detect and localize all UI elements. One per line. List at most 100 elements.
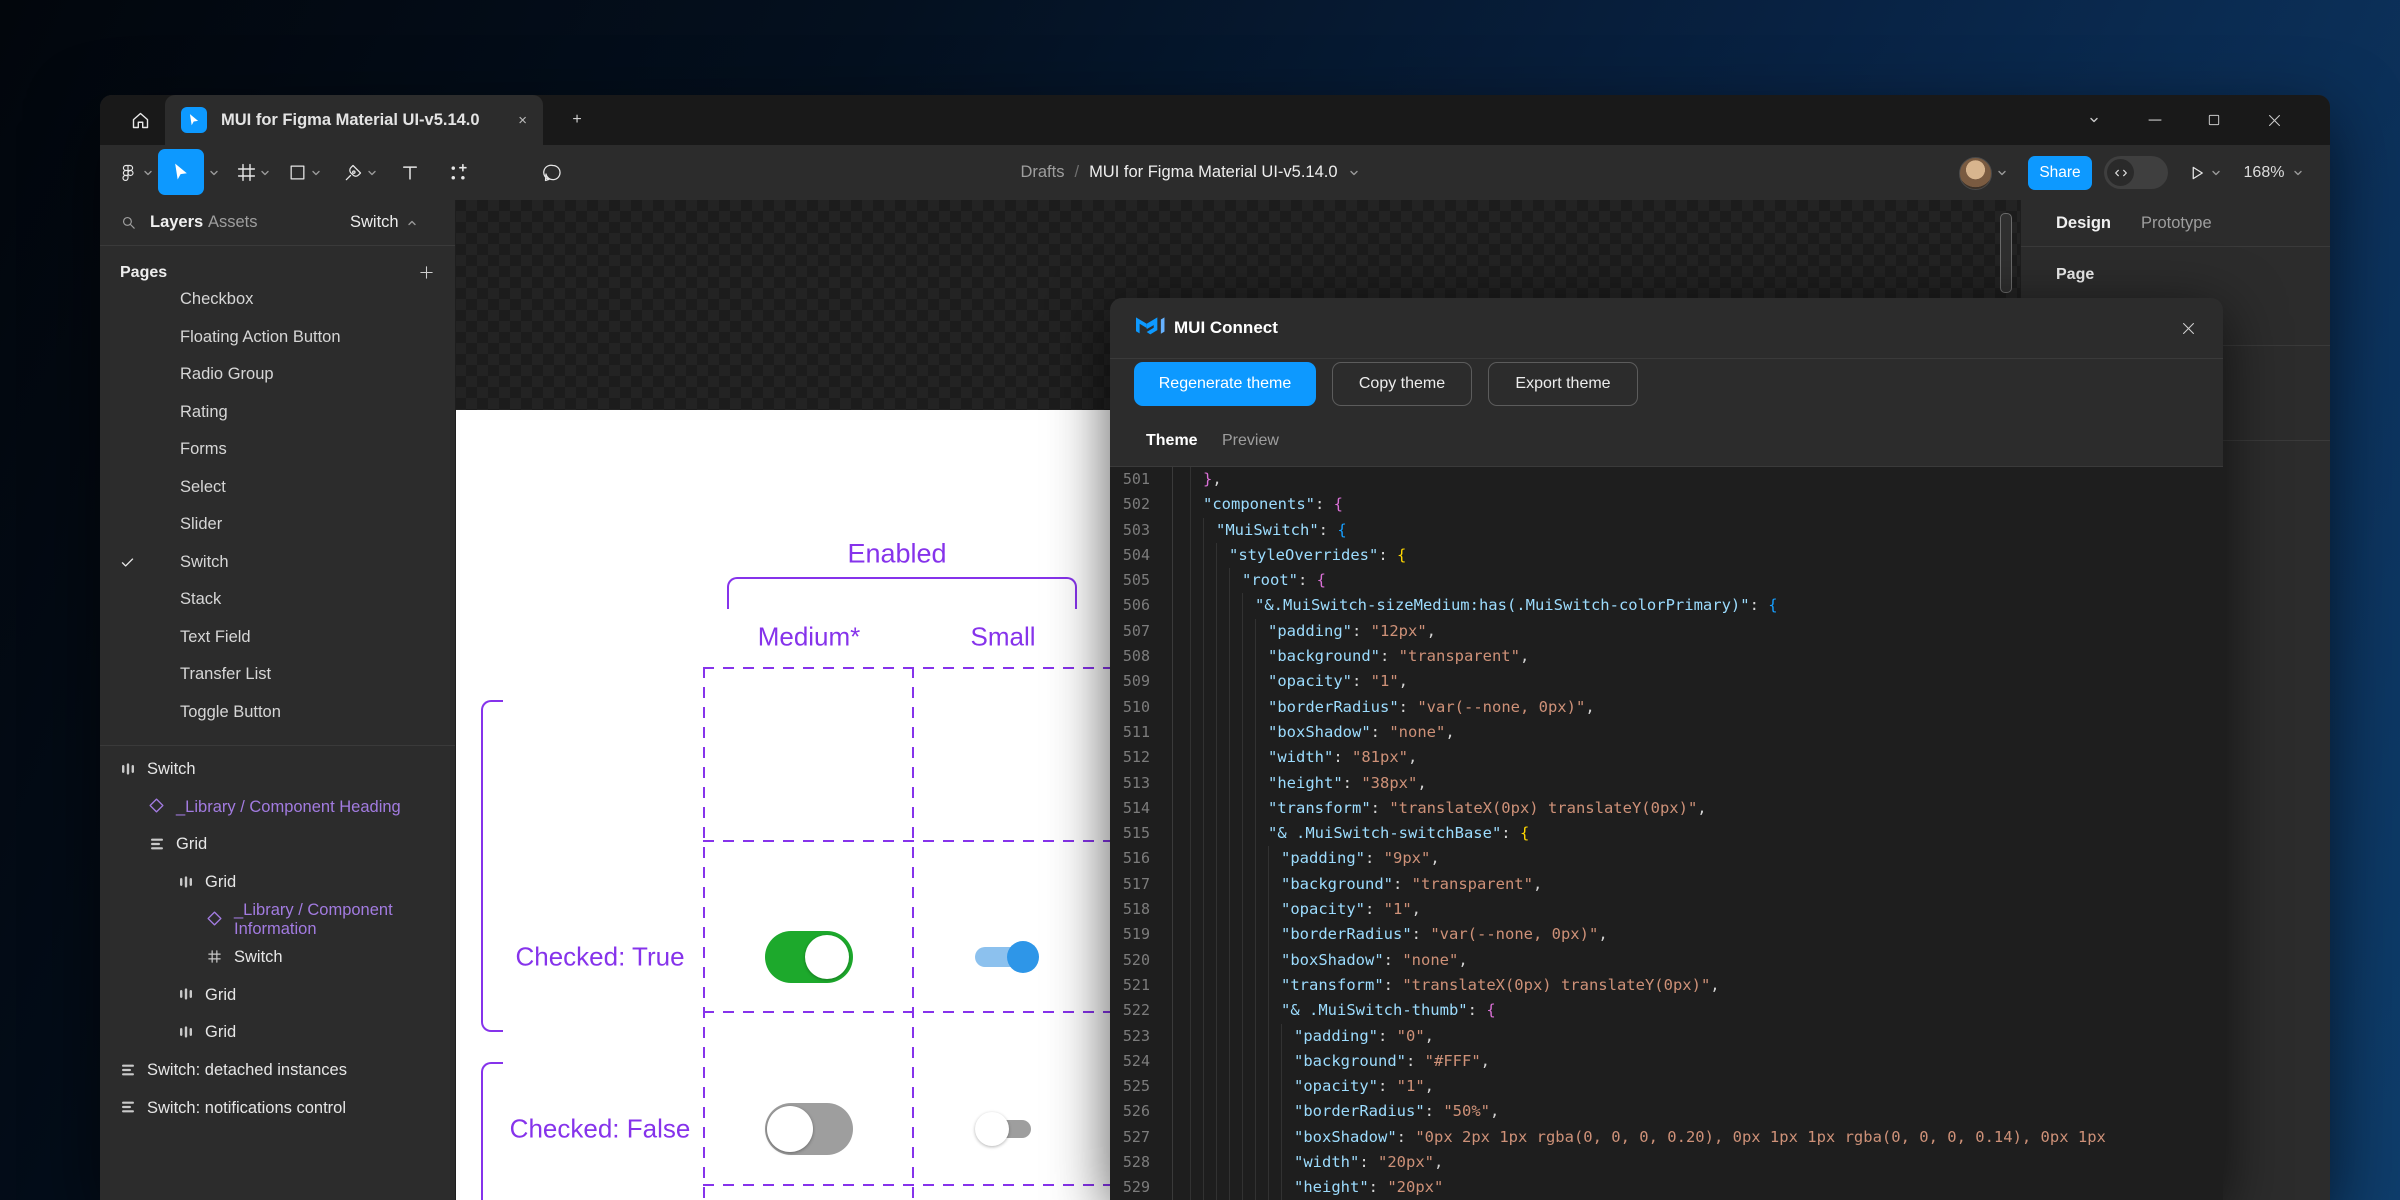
layer-row-switch[interactable]: Switch [100,751,455,789]
actions-tool-button[interactable] [442,145,474,200]
page-item-select[interactable]: Select [100,469,455,507]
zoom-chevron-icon[interactable] [2290,145,2306,200]
line-number: 517 [1110,872,1173,897]
line-number: 503 [1110,518,1173,543]
switch-small-blue-sm[interactable] [975,941,1039,973]
window-maximize-button[interactable] [2192,95,2236,145]
code-line: 503"MuiSwitch": { [1110,518,2223,543]
layer-label: Grid [205,986,236,1005]
breadcrumb-folder[interactable]: Drafts [1020,163,1064,182]
dialog-close-icon[interactable] [2175,315,2201,341]
autolayout-icon [120,761,138,779]
code-line: 502"components": { [1110,492,2223,517]
tab-layers[interactable]: Layers [150,200,203,245]
tab-design[interactable]: Design [2056,200,2111,246]
move-tool-chevron-icon[interactable] [206,145,222,200]
code-line: 518"opacity": "1", [1110,897,2223,922]
layer-row-grid[interactable]: Grid [100,864,455,902]
tab-prototype[interactable]: Prototype [2141,200,2212,246]
tab-assets[interactable]: Assets [208,200,258,245]
avatar[interactable] [1959,157,1992,190]
layers-list: Switch_Library / Component HeadingGridGr… [100,751,455,1127]
chevron-up-icon [406,217,418,229]
toolbar: Drafts / MUI for Figma Material UI-v5.14… [100,145,2330,201]
theme-code-editor[interactable]: 501},502"components": {503"MuiSwitch": {… [1110,467,2223,1200]
page-item-stack[interactable]: Stack [100,581,455,619]
tab-close-icon[interactable]: × [518,112,527,129]
switch-medium-gray-md[interactable] [765,1103,853,1155]
line-number: 504 [1110,543,1173,568]
layer-row--library-component-heading[interactable]: _Library / Component Heading [100,789,455,827]
rows-icon [120,1062,138,1080]
copy-theme-button[interactable]: Copy theme [1332,362,1472,406]
line-number: 509 [1110,669,1173,694]
window-close-button[interactable] [2252,95,2296,145]
layer-label: Switch [234,948,283,967]
frame-icon [236,162,257,183]
page-selector[interactable]: Switch [350,200,418,245]
row-group-bracket [481,700,503,1032]
frame-tool-chevron-icon[interactable] [257,145,273,200]
move-tool-button[interactable] [158,149,204,195]
layer-row-grid[interactable]: Grid [100,826,455,864]
new-tab-button[interactable]: + [552,95,602,145]
hand-tool-button[interactable] [490,145,522,200]
line-number: 505 [1110,568,1173,593]
layer-row-grid[interactable]: Grid [100,977,455,1015]
page-item-checkbox[interactable]: Checkbox [100,281,455,319]
line-number: 526 [1110,1099,1173,1124]
main-menu-chevron-icon[interactable] [140,145,156,200]
shape-tool-chevron-icon[interactable] [308,145,324,200]
pen-tool-chevron-icon[interactable] [364,145,380,200]
column-label-medium: Medium* [758,622,861,653]
pen-icon [343,163,363,183]
present-chevron-icon[interactable] [2208,145,2224,200]
switch-medium-green-md[interactable] [765,931,853,983]
canvas-scrollbar[interactable] [2000,213,2012,293]
layer-row-grid[interactable]: Grid [100,1014,455,1052]
breadcrumb-separator: / [1074,163,1079,182]
switch-small-gray-sm[interactable] [975,1112,1039,1146]
search-icon[interactable] [120,214,137,231]
export-theme-button[interactable]: Export theme [1488,362,1638,406]
share-button[interactable]: Share [2028,156,2092,190]
page-item-radio-group[interactable]: Radio Group [100,356,455,394]
code-line: 511"boxShadow": "none", [1110,720,2223,745]
page-item-text-field[interactable]: Text Field [100,619,455,657]
layer-row-switch-detached-instances[interactable]: Switch: detached instances [100,1052,455,1090]
line-number: 519 [1110,922,1173,947]
grid-dashed-line [703,1011,1123,1013]
breadcrumb-chevron-icon[interactable] [1348,167,1360,179]
avatar-chevron-icon[interactable] [1994,145,2010,200]
line-number: 528 [1110,1150,1173,1175]
regenerate-theme-button[interactable]: Regenerate theme [1134,362,1316,406]
page-item-toggle-button[interactable]: Toggle Button [100,694,455,732]
add-page-icon[interactable] [418,264,435,281]
layer-row--library-component-information[interactable]: _Library / Component Information [100,901,455,939]
layer-row-switch[interactable]: Switch [100,939,455,977]
cursor-icon [171,162,191,182]
comment-tool-button[interactable] [537,145,569,200]
zoom-level[interactable]: 168% [2236,145,2292,200]
breadcrumb-file-name[interactable]: MUI for Figma Material UI-v5.14.0 [1089,163,1337,182]
file-tab[interactable]: MUI for Figma Material UI-v5.14.0 × [165,95,543,145]
text-tool-button[interactable] [394,145,426,200]
dialog-tab-theme[interactable]: Theme [1146,416,1198,466]
page-item-forms[interactable]: Forms [100,431,455,469]
line-number: 502 [1110,492,1173,517]
page-item-rating[interactable]: Rating [100,394,455,432]
file-tab-icon [181,107,207,133]
dialog-tab-preview[interactable]: Preview [1222,416,1279,466]
window-menu-chevron-icon[interactable] [2072,95,2116,145]
present-button[interactable] [2184,145,2210,200]
page-item-label: Transfer List [180,665,271,684]
window-minimize-button[interactable] [2133,95,2177,145]
page-item-transfer-list[interactable]: Transfer List [100,656,455,694]
divider [100,745,455,746]
page-item-slider[interactable]: Slider [100,506,455,544]
layer-row-switch-notifications-control[interactable]: Switch: notifications control [100,1089,455,1127]
page-item-switch[interactable]: Switch [100,544,455,582]
home-button[interactable] [114,95,166,145]
dev-mode-toggle[interactable] [2104,156,2168,189]
page-item-floating-action-button[interactable]: Floating Action Button [100,319,455,357]
